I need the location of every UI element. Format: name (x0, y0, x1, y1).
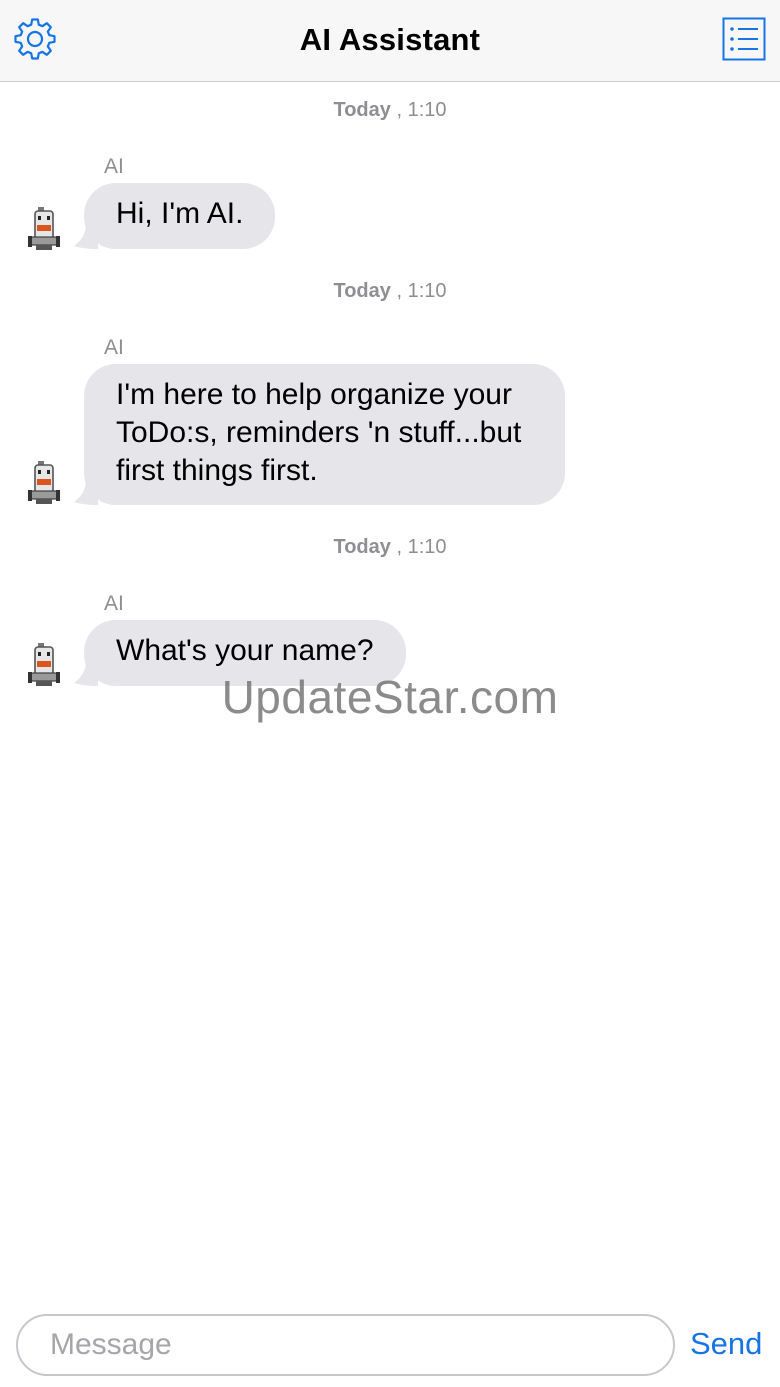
timestamp-day: Today (333, 99, 391, 121)
navigation-bar: AI Assistant (0, 0, 780, 82)
robot-avatar-icon (28, 461, 60, 504)
todo-list-button[interactable] (722, 17, 766, 61)
robot-avatar-icon (28, 207, 60, 250)
message-timestamp: Today , 1:10 (0, 280, 780, 303)
page-title: AI Assistant (299, 22, 481, 57)
timestamp-time: , 1:10 (390, 536, 447, 558)
list-icon (722, 17, 766, 61)
timestamp-day: Today (333, 536, 391, 558)
message-text: What's your name? (116, 634, 374, 667)
send-button[interactable]: Send (690, 1326, 762, 1362)
message-text: Hi, I'm AI. (116, 197, 244, 230)
message-timestamp: Today , 1:10 (0, 536, 780, 559)
message-bubble: I'm here to help organize your ToDo:s, r… (84, 364, 565, 505)
timestamp-day: Today (333, 280, 391, 302)
sender-name: AI (104, 336, 124, 359)
message-composer: Send (0, 1302, 780, 1387)
message-text: I'm here to help organize your ToDo:s, r… (116, 378, 522, 487)
message-timestamp: Today , 1:10 (0, 99, 780, 122)
watermark: UpdateStar.com (221, 671, 559, 723)
timestamp-time: , 1:10 (390, 280, 447, 302)
timestamp-time: , 1:10 (390, 99, 447, 121)
message-bubble: Hi, I'm AI. (84, 183, 276, 249)
message-input[interactable] (16, 1314, 675, 1376)
sender-name: AI (104, 592, 124, 615)
sender-name: AI (104, 155, 124, 178)
